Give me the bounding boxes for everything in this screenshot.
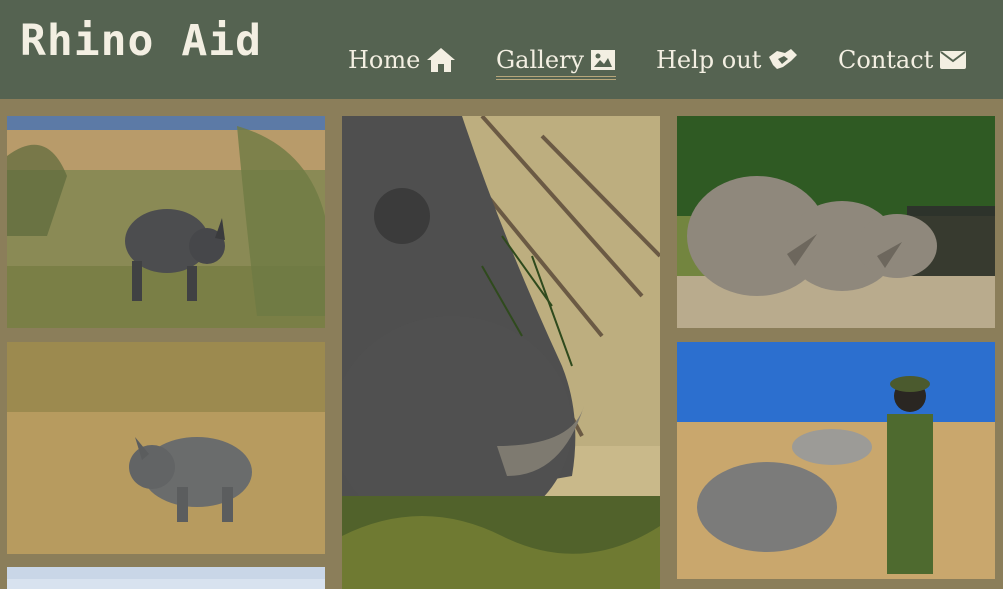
nav-gallery[interactable]: Gallery [496,42,617,80]
site-header: Rhino Aid Home Gallery Help out Contact [0,0,1003,99]
gallery-image-black-rhino[interactable] [7,116,325,328]
handshake-icon [767,47,799,73]
image-icon [590,48,616,72]
nav-home-label: Home [348,46,421,74]
nav-gallery-label: Gallery [496,46,585,74]
home-icon [426,46,456,74]
nav-home[interactable]: Home [348,42,456,78]
gallery-image-rhino-closeup[interactable] [342,116,660,589]
nav-help-out-label: Help out [656,46,762,74]
envelope-icon [939,49,967,71]
nav-contact-label: Contact [838,46,934,74]
gallery-image-landscape[interactable] [7,567,325,589]
gallery-image-baby-rhino[interactable] [7,342,325,554]
gallery-image-ranger[interactable] [677,342,995,579]
site-logo[interactable]: Rhino Aid [20,16,262,66]
nav-help-out[interactable]: Help out [656,42,799,78]
nav-contact[interactable]: Contact [838,42,967,78]
gallery-image-white-rhinos[interactable] [677,116,995,328]
